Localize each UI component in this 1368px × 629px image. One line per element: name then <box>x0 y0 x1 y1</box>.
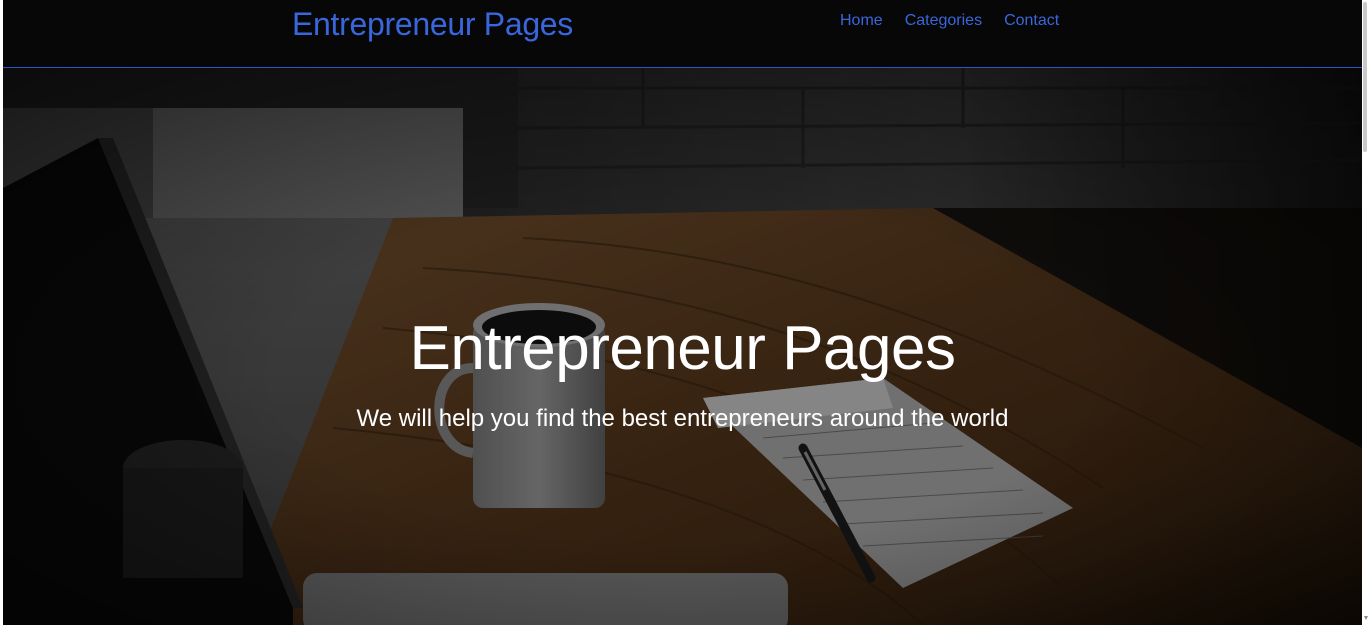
page-viewport: Entrepreneur Pages Home Categories Conta… <box>3 0 1362 625</box>
hero-title: Entrepreneur Pages <box>409 314 956 383</box>
nav-home-link[interactable]: Home <box>840 12 883 30</box>
hero-subtitle: We will help you find the best entrepren… <box>356 405 1009 432</box>
navbar: Entrepreneur Pages Home Categories Conta… <box>3 0 1362 68</box>
hero-section: Entrepreneur Pages We will help you find… <box>3 68 1362 625</box>
scroll-down-arrow-icon[interactable] <box>1364 616 1368 620</box>
nav-contact-link[interactable]: Contact <box>1004 12 1059 30</box>
nav-links: Home Categories Contact <box>840 12 1081 30</box>
nav-categories-link[interactable]: Categories <box>905 12 982 30</box>
brand-link[interactable]: Entrepreneur Pages <box>292 6 573 43</box>
vertical-scrollbar[interactable] <box>1362 0 1368 625</box>
scrollbar-thumb[interactable] <box>1363 2 1367 152</box>
